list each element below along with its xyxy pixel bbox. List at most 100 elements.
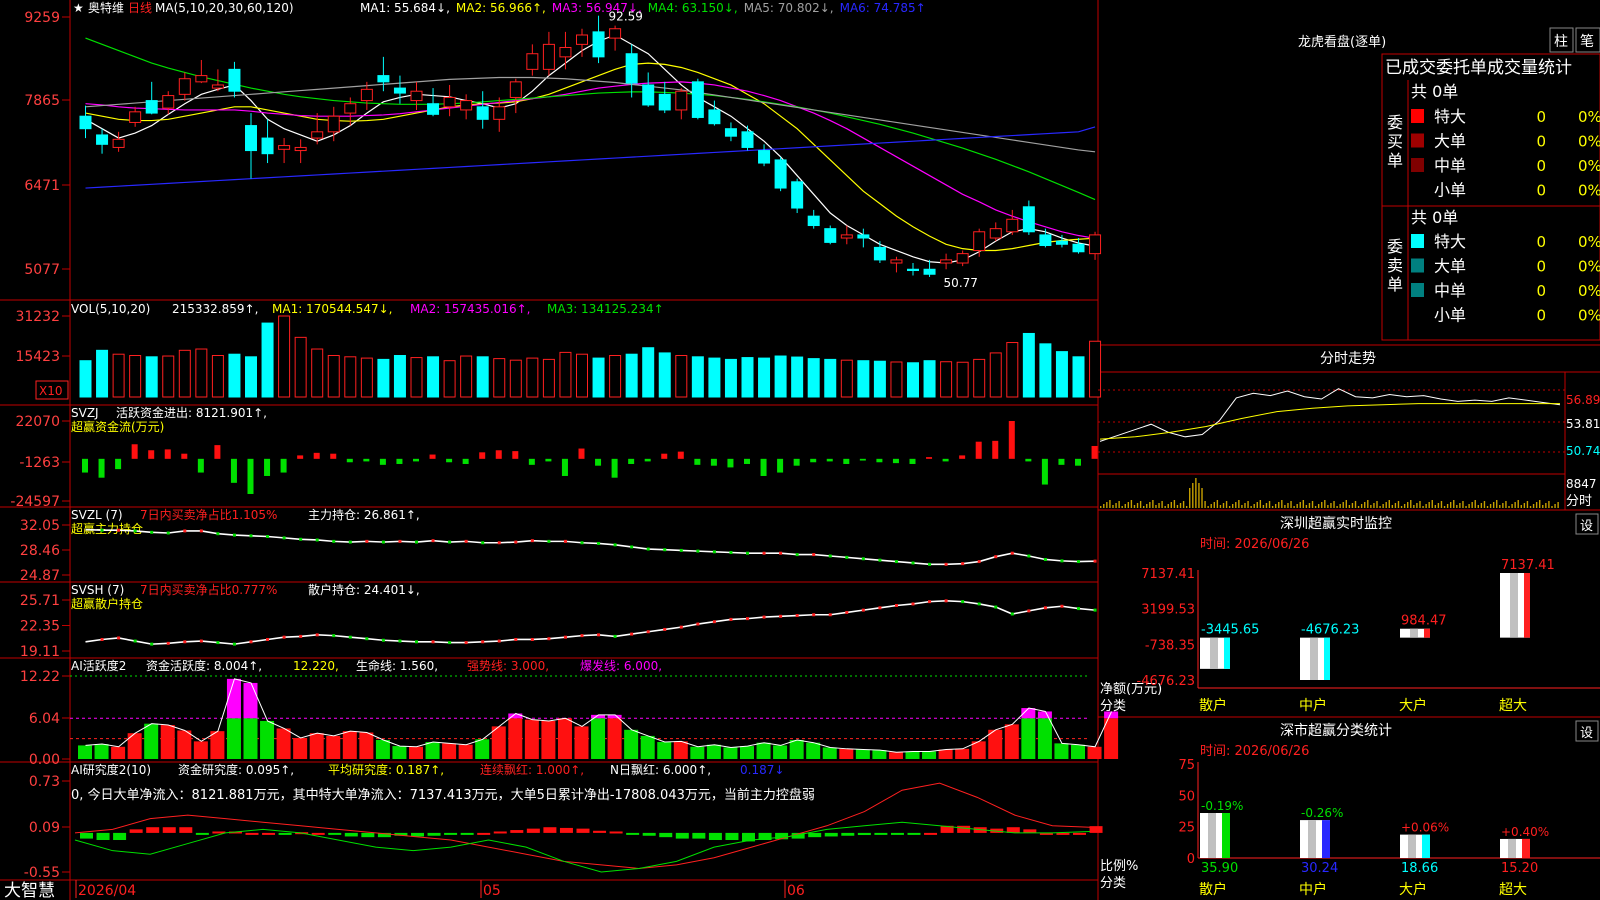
volume-bar <box>1006 342 1019 398</box>
intraday-vol-bar <box>1204 501 1206 508</box>
intraday-vol-bar <box>1379 506 1381 508</box>
holding-point <box>1043 606 1047 610</box>
tab-bar-chart[interactable]: 柱 <box>1554 34 1568 50</box>
svzl-panel-header: SVZL (7) 7日内买卖净占比1.105% 主力持仓: 26.861↑, 超… <box>71 507 420 536</box>
intraday-vol-bar <box>1192 483 1194 508</box>
svzj-bar <box>313 452 320 459</box>
x-tick-label: 06 <box>787 883 805 899</box>
classify-bar-shade <box>1208 813 1216 858</box>
candle-body <box>278 145 291 150</box>
ai1-bar-top <box>243 682 258 719</box>
y-tick-label: 6.04 <box>29 711 60 727</box>
intraday-vol-bar <box>1250 506 1252 508</box>
volume-bar <box>609 355 622 398</box>
intraday-vol-bar <box>1253 504 1255 508</box>
ma-params-label: MA(5,10,20,30,60,120) <box>155 1 294 15</box>
svzj-bar <box>876 458 883 463</box>
volume-bar <box>774 355 787 398</box>
ai2-bar <box>278 832 292 835</box>
intraday-vol-bar <box>1489 504 1492 508</box>
intraday-vol-bar <box>1216 500 1219 508</box>
holding-point <box>166 531 170 535</box>
holding-point <box>795 553 799 557</box>
intraday-vol-bar <box>1225 501 1228 508</box>
ai2-bar <box>593 830 607 833</box>
intraday-vol-bar <box>1505 501 1507 508</box>
holding-point <box>183 529 187 533</box>
classify-settings-button[interactable]: 设 <box>1580 726 1593 741</box>
order-row-pct: 0% <box>1578 108 1600 126</box>
classify-chart: 75 50 25 0 -0.19% 35.90 散户 -0.26% 30.24 中户 +0.06% 1… <box>1178 758 1549 898</box>
ai1-bar <box>210 731 225 759</box>
volume-bar <box>211 355 224 398</box>
chart-canvas[interactable]: ★ 奥特维 日线 MA(5,10,20,30,60,120) MA1: 55.6… <box>0 0 1600 900</box>
candle-body <box>890 259 903 264</box>
holding-point <box>232 533 236 537</box>
intraday-vol-bar <box>1327 505 1329 508</box>
holding-point <box>911 561 915 565</box>
ai1-bar <box>988 729 1003 759</box>
intraday-vol-bar <box>1324 500 1326 508</box>
intraday-vol-bar <box>1127 502 1130 508</box>
svzj-bar <box>164 449 171 459</box>
holding-point <box>365 539 369 543</box>
holding-point <box>828 613 832 617</box>
svsh-line <box>85 599 1097 646</box>
candle-body <box>940 259 953 264</box>
monitor-settings-button[interactable]: 设 <box>1580 519 1593 534</box>
svzj-bar <box>694 458 701 465</box>
intraday-vol-bar <box>1112 505 1114 508</box>
holding-point <box>150 530 154 534</box>
intraday-vol-bar <box>1176 505 1179 508</box>
classify-value-label: 30.24 <box>1301 861 1338 876</box>
ai2-bar <box>262 832 276 835</box>
holding-point <box>348 540 352 544</box>
tab-tick-list[interactable]: 笔 <box>1580 34 1594 50</box>
intraday-tick-mid: 53.81 <box>1566 417 1600 431</box>
ai2-bar <box>725 832 739 841</box>
ai2-v2: 平均研究度: 0.187↑, <box>328 762 444 777</box>
vol-label: VOL(5,10,20) <box>71 302 150 316</box>
ai1-bar <box>293 737 308 759</box>
candlesticks <box>79 15 1102 277</box>
ai1-bar <box>624 729 639 759</box>
holding-point <box>729 617 733 621</box>
candle-body <box>592 31 605 58</box>
ai2-bar <box>1073 832 1086 835</box>
intraday-vol-bar <box>1364 502 1366 508</box>
intraday-vol-bar <box>1136 503 1139 508</box>
y-tick-label: 15423 <box>15 349 60 365</box>
svzl-subtitle: 超赢主力持仓 <box>71 521 143 536</box>
intraday-vol-bar <box>1554 504 1556 508</box>
intraday-vol-bar <box>1121 506 1123 508</box>
ai1-text: 资金活跃度: 8.004↑, <box>146 658 262 673</box>
intraday-vol-bar <box>1265 503 1268 508</box>
ai1-bar <box>375 739 390 759</box>
holding-point <box>894 603 898 607</box>
holding-point <box>845 610 849 614</box>
vol-value: 215332.859↑, <box>172 302 258 316</box>
intraday-vol-bar <box>1198 483 1200 508</box>
ai1-bar <box>94 744 109 759</box>
intraday-vol-bar <box>1431 500 1433 508</box>
holding-point <box>150 642 154 646</box>
vertical-char: 单 <box>1387 151 1403 170</box>
holding-point <box>415 640 418 644</box>
intraday-vol-bar <box>1118 501 1120 508</box>
period-label[interactable]: 日线 <box>128 1 152 15</box>
favorite-star-icon[interactable]: ★ <box>73 1 84 15</box>
ai2-bar <box>957 825 971 833</box>
intraday-vol-bar <box>1182 501 1185 508</box>
ai1-bar <box>789 739 804 759</box>
ai2-bar <box>245 832 259 835</box>
svzj-bar <box>1091 445 1098 459</box>
intraday-vol-bar <box>1499 505 1501 508</box>
classify-value-label: 15.20 <box>1501 861 1538 876</box>
ai1-bar <box>888 752 903 759</box>
holding-point <box>299 537 303 541</box>
candle-body <box>741 131 754 148</box>
candle-body <box>956 253 969 264</box>
holding-point <box>547 539 551 543</box>
volume-bar <box>857 360 870 398</box>
holding-point <box>646 630 650 634</box>
